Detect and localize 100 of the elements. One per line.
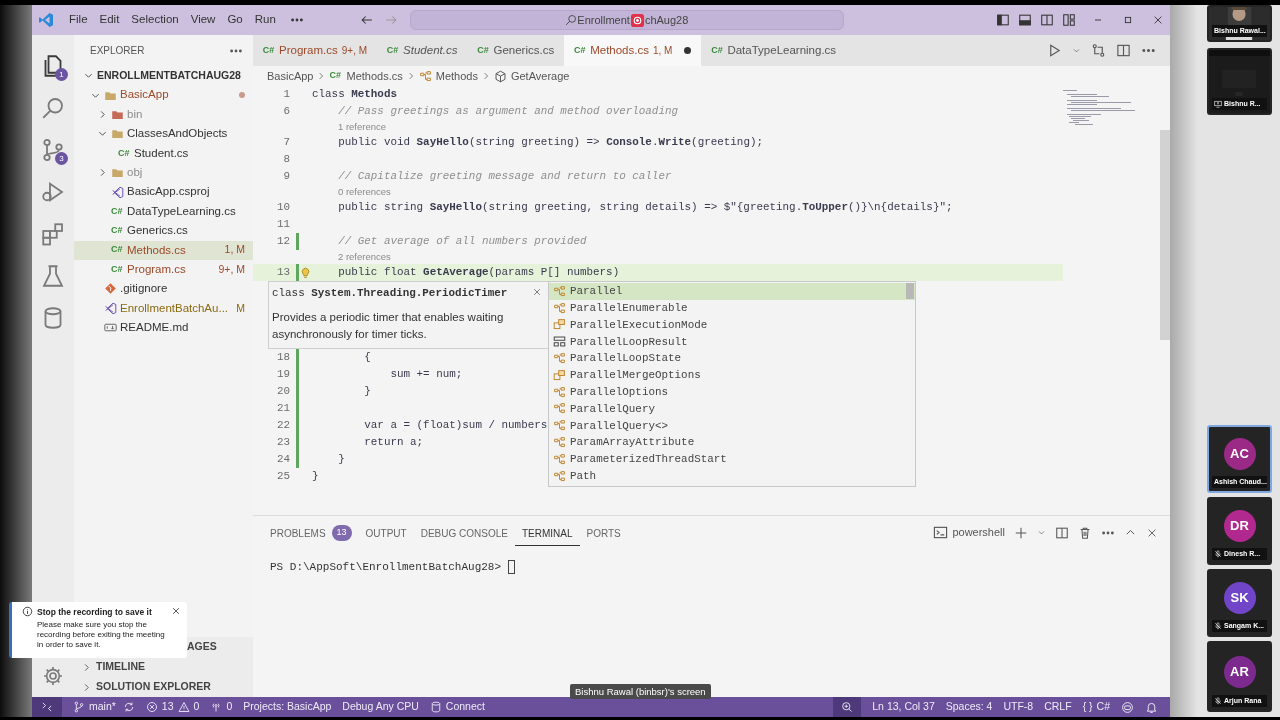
editor-tab[interactable]: C# Methods.cs 1, M [564, 35, 702, 66]
tree-item[interactable]: ClassesAndObjects [74, 124, 253, 144]
branch-status[interactable]: main* [73, 699, 116, 715]
suggestion-item[interactable]: Parallel [549, 283, 915, 300]
editor-tab[interactable]: C# DataTypeLearning.cs [701, 35, 847, 66]
suggestion-item[interactable]: ParallelExecutionMode [549, 316, 915, 334]
editor-tab[interactable]: C# Generics.cs [467, 35, 565, 66]
problems-status[interactable]: 13 0 [145, 699, 200, 715]
extensions-icon[interactable] [41, 222, 65, 246]
tree-item[interactable]: README.md [74, 318, 253, 338]
item-label: README.md [120, 320, 190, 336]
class-symbol-icon [553, 284, 566, 298]
flask-icon[interactable] [41, 264, 65, 288]
command-search-field[interactable]: Enrollment chAug28 [409, 10, 844, 30]
sync-icon[interactable] [122, 701, 135, 713]
compare-icon[interactable] [1091, 43, 1106, 58]
zoom-icon [841, 701, 854, 713]
section-header[interactable]: TIMELINE [74, 657, 253, 677]
zoom-button[interactable] [833, 697, 862, 717]
cursor-position[interactable]: Ln 13, Col 37 [872, 699, 935, 715]
restore-icon[interactable] [1122, 14, 1134, 26]
menu-item[interactable]: Run [248, 11, 282, 29]
back-arrow-icon[interactable] [359, 13, 374, 27]
close-icon[interactable] [532, 287, 542, 297]
menu-item[interactable]: File [63, 11, 94, 29]
item-label: Generics.cs [127, 223, 189, 239]
language-status[interactable]: { } C# [1082, 699, 1110, 715]
suggestion-item[interactable]: ParamArrayAttribute [549, 434, 915, 451]
status-item[interactable]: Spaces: 4 [945, 699, 993, 715]
breadcrumb-item[interactable]: C# Methods.cs [329, 67, 403, 85]
menu-item[interactable]: Edit [93, 11, 126, 29]
source-control-icon[interactable] [41, 138, 65, 162]
panel-tab[interactable]: DEBUG CONSOLE [413, 519, 515, 546]
tree-item[interactable]: C# Generics.cs [74, 221, 253, 241]
suggestion-item[interactable]: Path [549, 467, 915, 485]
split-editor-icon[interactable] [1116, 43, 1131, 58]
tree-item[interactable]: BasicApp [74, 85, 253, 105]
panel-tab[interactable]: OUTPUT [358, 519, 414, 546]
connect-status[interactable]: Connect [429, 699, 485, 715]
split-layout-icon[interactable] [1040, 13, 1054, 27]
editor-tab[interactable]: C# Program.cs 9+, M [253, 35, 378, 66]
file-type-icon: C# [111, 204, 124, 219]
section-header[interactable]: SOLUTION EXPLORER [74, 677, 253, 697]
run-debug-icon[interactable] [41, 180, 65, 204]
layout-icon[interactable] [1062, 13, 1076, 27]
trash-icon[interactable] [1078, 525, 1092, 540]
breadcrumb-item[interactable]: Methods [418, 67, 478, 85]
tree-item[interactable]: C# DataTypeLearning.cs [74, 201, 253, 222]
item-label: ENROLLMENTBATCHAUG28 [97, 67, 242, 83]
tree-item[interactable]: C# Program.cs 9+, M [74, 259, 253, 280]
settings-icon[interactable] [42, 665, 64, 687]
suggestion-item[interactable]: ParallelOptions [549, 383, 915, 401]
sidebar-toggle-icon[interactable] [996, 13, 1010, 27]
status-item[interactable]: Debug Any CPU [342, 699, 419, 715]
search-icon[interactable] [41, 96, 65, 120]
panel-toggle-icon[interactable] [1018, 13, 1032, 27]
split-terminal-icon[interactable] [1055, 525, 1069, 540]
run-icon[interactable] [1047, 43, 1062, 58]
tree-item[interactable]: C# Methods.cs 1, M [74, 240, 253, 260]
suggestion-item[interactable]: ParallelLoopResult [549, 333, 915, 351]
close-icon[interactable] [1152, 14, 1164, 26]
line-number: 24 [275, 452, 290, 468]
suggestion-item[interactable]: ParameterizedThreadStart [549, 450, 915, 468]
tree-item[interactable]: ENROLLMENTBATCHAUG28 [74, 66, 253, 86]
scrollbar-thumb[interactable] [906, 283, 914, 299]
line-number: 12 [275, 234, 290, 250]
menu-item[interactable]: Selection [125, 11, 185, 29]
suggestion-item[interactable]: ParallelQuery<> [549, 417, 915, 435]
suggestion-item[interactable]: ParallelLoopState [549, 350, 915, 367]
panel-tab[interactable]: TERMINAL [514, 519, 580, 546]
class-symbol-icon [553, 402, 566, 416]
breadcrumb-item[interactable]: BasicApp [267, 67, 314, 85]
suggestion-item[interactable]: ParallelMergeOptions [549, 367, 915, 384]
item-label: BasicApp.csproj [127, 184, 211, 200]
cube-icon [493, 69, 507, 83]
tree-item[interactable]: EnrollmentBatchAu... M [74, 298, 253, 319]
status-item[interactable]: Projects: BasicApp [243, 699, 332, 715]
antenna-icon [210, 701, 223, 713]
suggestion-item[interactable]: ParallelEnumerable [549, 299, 915, 317]
tree-item[interactable]: C# Student.cs [74, 143, 253, 163]
panel-tab[interactable]: PROBLEMS 13 [263, 519, 359, 546]
breadcrumb-item[interactable]: GetAverage [493, 67, 570, 85]
editor-tab[interactable]: C# Student.cs [377, 35, 468, 66]
menu-item[interactable]: View [184, 11, 222, 29]
scrollbar-thumb[interactable] [1160, 130, 1170, 340]
ports-status[interactable]: 0 [210, 699, 233, 715]
status-item[interactable]: UTF-8 [1003, 699, 1034, 715]
panel-tab[interactable]: PORTS [579, 519, 628, 546]
avatar: DR [1223, 510, 1256, 542]
status-item[interactable]: CRLF [1044, 699, 1072, 715]
tree-item[interactable]: .gitignore [74, 279, 253, 299]
menu-item[interactable]: Go [221, 11, 249, 29]
terminal-selector[interactable]: powershell [933, 524, 1005, 541]
bell-icon[interactable] [1145, 700, 1158, 714]
close-icon[interactable] [171, 606, 181, 616]
file-status: 9+, M [341, 44, 368, 58]
screen-share-label: Bishnu Rawal (binbsr)'s screen [570, 684, 711, 699]
suggestion-item[interactable]: ParallelQuery [549, 400, 915, 418]
tree-item[interactable]: BasicApp.csproj [74, 182, 253, 202]
lightbulb-icon[interactable] [299, 266, 312, 279]
